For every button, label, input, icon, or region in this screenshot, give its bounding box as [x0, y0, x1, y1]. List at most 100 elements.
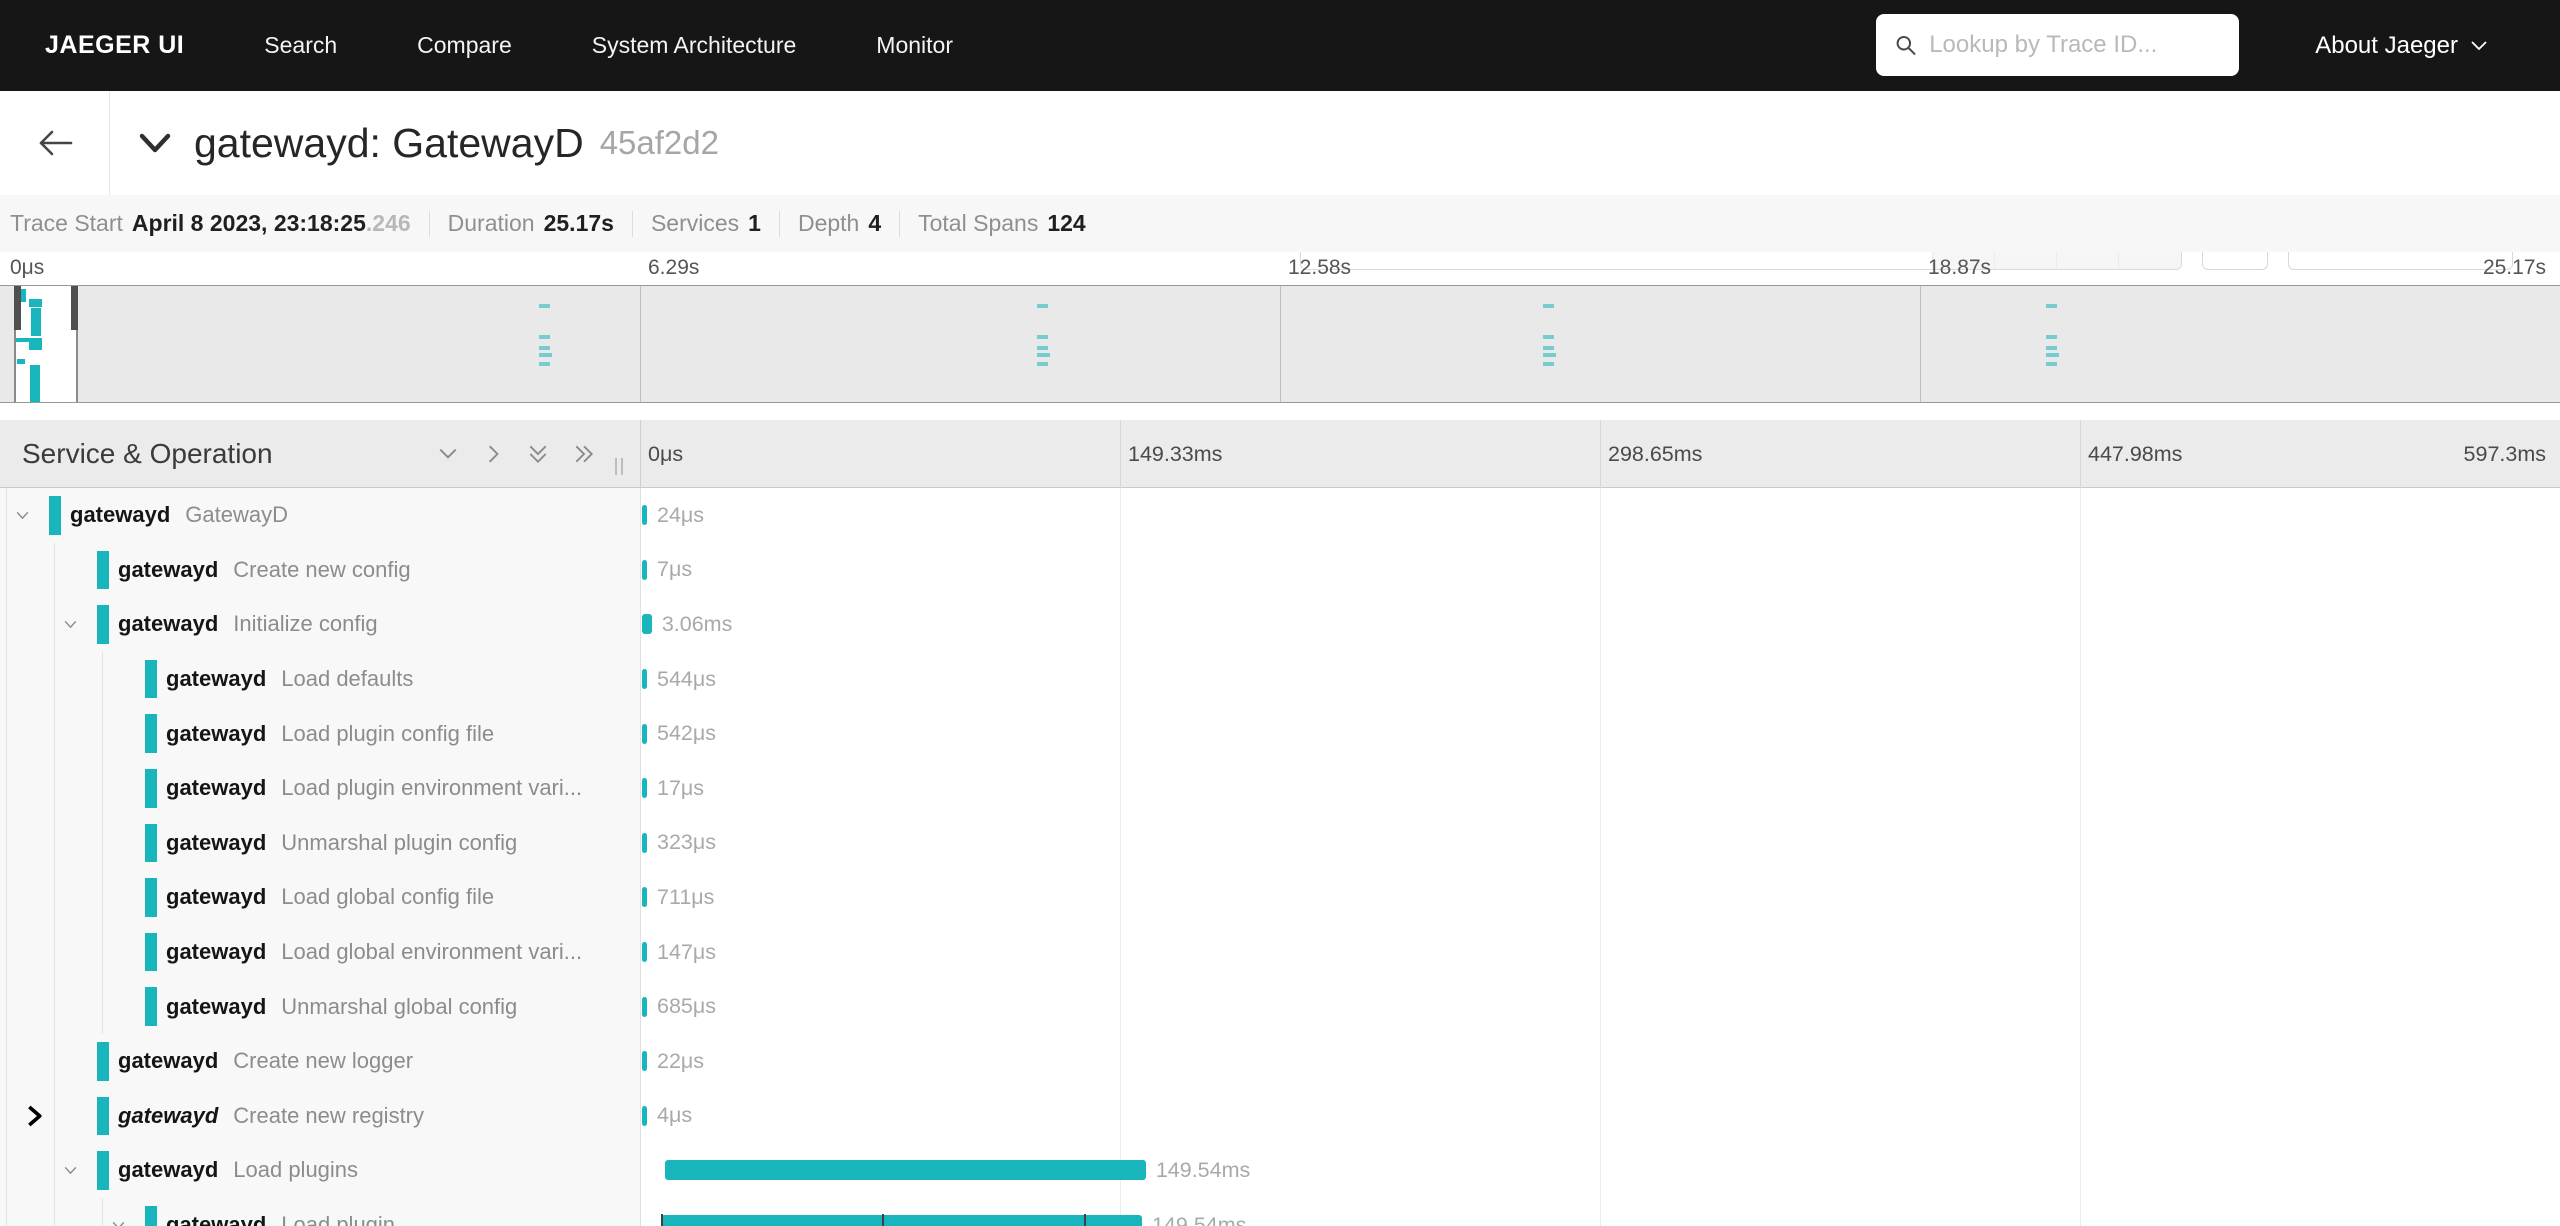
- span-row[interactable]: gatewayd Load global config file 711μs: [0, 870, 2560, 925]
- span-track[interactable]: 147μs: [640, 925, 2560, 980]
- span-row[interactable]: gatewayd Create new config 7μs: [0, 542, 2560, 598]
- span-name-cell[interactable]: gatewayd Load plugin environment vari...: [0, 760, 640, 816]
- span-name-cell[interactable]: gatewayd Load global environment vari...: [0, 924, 640, 980]
- span-track[interactable]: 544μs: [640, 652, 2560, 707]
- span-duration-bar[interactable]: [642, 996, 647, 1017]
- span-duration-bar[interactable]: [642, 942, 647, 963]
- span-track[interactable]: 17μs: [640, 761, 2560, 816]
- span-row[interactable]: gatewayd Load plugin environment vari...…: [0, 760, 2560, 816]
- span-name-cell[interactable]: gatewayd Load plugin: [0, 1197, 640, 1226]
- service-name: gatewayd: [118, 1157, 219, 1183]
- service-name: gatewayd: [166, 666, 267, 692]
- service-name: gatewayd: [70, 502, 171, 528]
- operation-name: Unmarshal global config: [281, 993, 518, 1019]
- span-row[interactable]: gatewayd Initialize config 3.06ms: [0, 597, 2560, 652]
- span-name-cell[interactable]: gatewayd Create new logger: [0, 1033, 640, 1089]
- column-resize-handle[interactable]: [615, 458, 627, 475]
- minimap-viewport[interactable]: [14, 286, 78, 402]
- app-logo[interactable]: JAEGER UI: [45, 31, 184, 60]
- span-name-cell[interactable]: gatewayd Initialize config: [0, 597, 640, 652]
- span-name-cell[interactable]: gatewayd Create new registry: [0, 1088, 640, 1144]
- minimap-span-dash: [2046, 335, 2057, 339]
- operation-name: Load defaults: [281, 666, 414, 692]
- about-jaeger-menu[interactable]: About Jaeger: [2315, 0, 2488, 91]
- span-row[interactable]: gatewayd Create new logger 22μs: [0, 1033, 2560, 1089]
- span-duration-bar[interactable]: [642, 832, 647, 853]
- minimap-right-handle[interactable]: [71, 286, 78, 330]
- back-button[interactable]: [0, 91, 110, 195]
- span-track[interactable]: 4μs: [640, 1089, 2560, 1144]
- span-duration-bar[interactable]: [661, 1214, 1142, 1226]
- span-duration-bar[interactable]: [642, 669, 647, 690]
- collapse-all-button[interactable]: [573, 444, 595, 464]
- span-row[interactable]: gatewayd Load plugin 149.54ms: [0, 1197, 2560, 1226]
- span-name-cell[interactable]: gatewayd GatewayD: [0, 488, 640, 543]
- indent-guide: [6, 706, 7, 761]
- meta-divider: [631, 210, 633, 237]
- span-track[interactable]: 685μs: [640, 979, 2560, 1034]
- span-track[interactable]: 24μs: [640, 488, 2560, 543]
- trace-minimap[interactable]: [0, 285, 2560, 403]
- collapse-one-level-button[interactable]: [483, 444, 503, 464]
- minimap-tick-label: 12.58s: [1288, 256, 1352, 279]
- operation-name: Load global environment vari...: [281, 939, 583, 965]
- span-track[interactable]: 542μs: [640, 706, 2560, 761]
- span-children-toggle[interactable]: [22, 1103, 45, 1128]
- span-children-toggle[interactable]: [62, 616, 79, 633]
- span-name-cell[interactable]: gatewayd Create new config: [0, 542, 640, 598]
- expand-all-button[interactable]: [528, 443, 548, 465]
- span-track[interactable]: 323μs: [640, 816, 2560, 871]
- span-duration-bar[interactable]: [642, 559, 647, 580]
- span-row[interactable]: gatewayd Load plugins 149.54ms: [0, 1143, 2560, 1198]
- span-name-cell[interactable]: gatewayd Unmarshal plugin config: [0, 815, 640, 871]
- expand-one-level-button[interactable]: [438, 444, 458, 464]
- span-name-cell[interactable]: gatewayd Load plugins: [0, 1143, 640, 1198]
- collapse-trace-chevron[interactable]: [138, 132, 172, 154]
- span-name-cell[interactable]: gatewayd Unmarshal global config: [0, 979, 640, 1034]
- minimap-span-dash: [1543, 353, 1556, 357]
- meta-divider: [899, 210, 901, 237]
- timeline-grid-line: [1600, 420, 1601, 488]
- span-track[interactable]: 7μs: [640, 543, 2560, 598]
- span-name-cell[interactable]: gatewayd Load defaults: [0, 651, 640, 707]
- minimap-span-mark: [29, 341, 42, 350]
- span-name-cell[interactable]: gatewayd Load global config file: [0, 870, 640, 925]
- minimap-left-handle[interactable]: [14, 286, 21, 330]
- span-row[interactable]: gatewayd Load defaults 544μs: [0, 651, 2560, 707]
- nav-item-system-architecture[interactable]: System Architecture: [592, 32, 797, 59]
- trace-id-search-input[interactable]: [1929, 31, 2221, 59]
- span-duration-bar[interactable]: [642, 1105, 647, 1126]
- span-row[interactable]: gatewayd Unmarshal global config 685μs: [0, 979, 2560, 1034]
- span-duration-bar[interactable]: [642, 505, 647, 526]
- chevron-down-icon: [139, 133, 171, 153]
- span-row[interactable]: gatewayd Unmarshal plugin config 323μs: [0, 815, 2560, 871]
- span-row[interactable]: gatewayd Load global environment vari...…: [0, 924, 2560, 980]
- span-children-toggle[interactable]: [110, 1217, 127, 1226]
- span-duration-bar[interactable]: [642, 778, 647, 799]
- indent-guide: [6, 924, 7, 980]
- span-track[interactable]: 149.54ms: [640, 1143, 2560, 1198]
- nav-item-monitor[interactable]: Monitor: [876, 32, 953, 59]
- span-row[interactable]: gatewayd GatewayD 24μs: [0, 488, 2560, 543]
- span-name-cell[interactable]: gatewayd Load plugin config file: [0, 706, 640, 761]
- minimap-span-dash: [1037, 335, 1048, 339]
- span-track[interactable]: 22μs: [640, 1034, 2560, 1089]
- span-duration-bar[interactable]: [642, 887, 647, 908]
- span-track[interactable]: 711μs: [640, 870, 2560, 925]
- span-track[interactable]: 3.06ms: [640, 597, 2560, 652]
- child-span-tick: [661, 1214, 664, 1226]
- span-row[interactable]: gatewayd Load plugin config file 542μs: [0, 706, 2560, 761]
- span-duration-bar[interactable]: [642, 1051, 647, 1072]
- span-duration-bar[interactable]: [665, 1160, 1146, 1181]
- span-duration-bar[interactable]: [642, 723, 647, 744]
- span-track[interactable]: 149.54ms: [640, 1198, 2560, 1226]
- minimap-span-mark: [17, 359, 25, 364]
- span-duration-label: 7μs: [657, 557, 693, 582]
- span-children-toggle[interactable]: [14, 507, 31, 524]
- span-row[interactable]: gatewayd Create new registry 4μs: [0, 1088, 2560, 1144]
- span-children-toggle[interactable]: [62, 1162, 79, 1179]
- nav-item-compare[interactable]: Compare: [417, 32, 512, 59]
- trace-id-search[interactable]: [1876, 14, 2239, 76]
- nav-item-search[interactable]: Search: [264, 32, 337, 59]
- span-duration-bar[interactable]: [642, 614, 652, 635]
